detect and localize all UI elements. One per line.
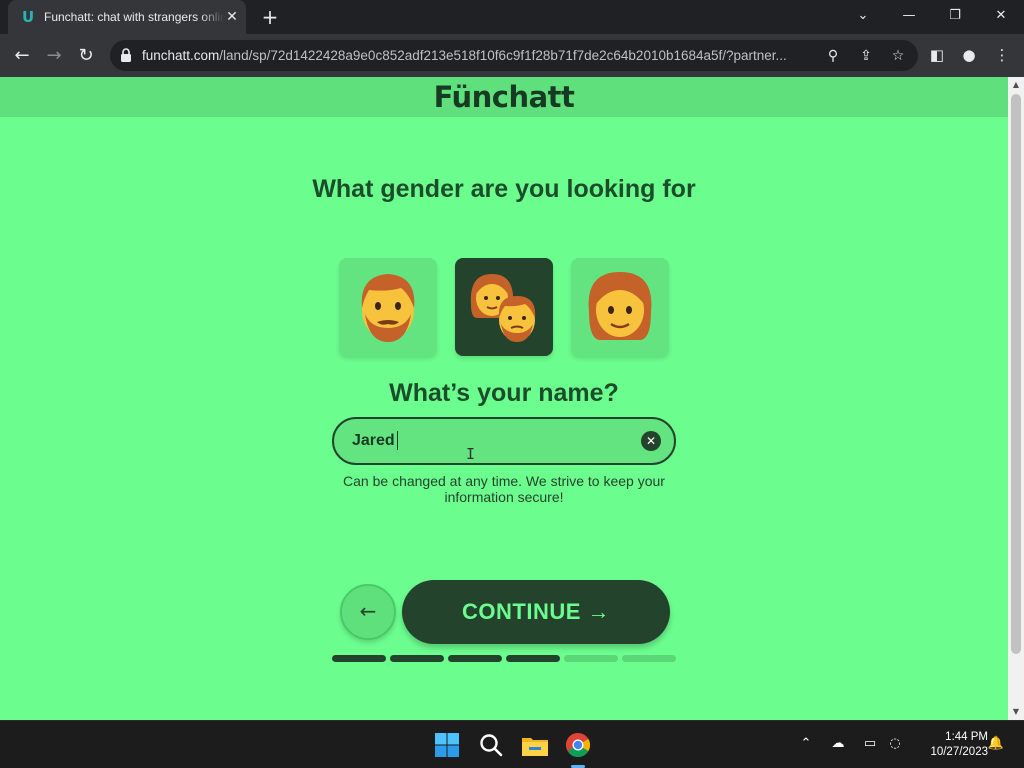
progress-segment (448, 655, 502, 662)
forward-arrow-icon[interactable]: → (41, 43, 67, 69)
menu-icon[interactable]: ⋮ (992, 45, 1012, 65)
zoom-icon[interactable]: ⚲ (823, 46, 843, 66)
share-icon[interactable]: ⇪ (856, 46, 876, 66)
gender-option-female[interactable] (571, 258, 669, 356)
progress-segment (390, 655, 444, 662)
tab-title: Funchatt: chat with strangers online (44, 10, 224, 26)
clock-date: 10/27/2023 (930, 746, 988, 758)
chevron-down-icon[interactable]: ⌄ (848, 4, 878, 28)
restore-icon[interactable]: ❐ (940, 4, 970, 28)
windows-start-icon[interactable] (431, 729, 463, 761)
notification-bell-icon[interactable]: 🔔 (987, 735, 1005, 753)
progress-segment (506, 655, 560, 662)
scroll-down-icon[interactable]: ▼ (1008, 704, 1024, 720)
browser-tab[interactable]: U Funchatt: chat with strangers online ✕ (8, 0, 246, 34)
name-input[interactable] (352, 430, 632, 452)
progress-segment (564, 655, 618, 662)
search-icon[interactable] (475, 729, 507, 761)
address-bar[interactable]: funchatt.com/land/sp/72d1422428a9e0c852a… (110, 40, 918, 71)
reload-icon[interactable]: ↻ (73, 43, 99, 69)
chrome-icon[interactable] (562, 729, 594, 761)
name-field-wrapper: ✕ (332, 417, 676, 465)
system-clock[interactable]: 1:44 PM 10/27/2023 (912, 730, 988, 760)
display-icon[interactable]: ▭ (861, 735, 879, 753)
text-caret (397, 431, 398, 450)
clock-time: 1:44 PM (945, 731, 988, 743)
scroll-thumb[interactable] (1011, 94, 1021, 654)
gender-option-male[interactable] (339, 258, 437, 356)
window-close-icon[interactable]: ✕ (986, 4, 1016, 28)
name-question-heading: What’s your name? (389, 379, 619, 407)
progress-bar (332, 655, 676, 663)
network-volume-icon[interactable]: ◌ (886, 735, 904, 753)
couple-emoji-icon (470, 274, 536, 342)
progress-segment (622, 655, 676, 662)
woman-emoji-icon (588, 272, 652, 340)
plus-icon[interactable]: + (259, 6, 281, 28)
star-icon[interactable]: ☆ (888, 46, 908, 66)
side-panel-icon[interactable]: ◧ (927, 45, 947, 65)
mouse-ibeam-cursor-icon: I (466, 445, 476, 463)
continue-button[interactable]: CONTINUE → (402, 580, 670, 644)
site-header: Fünchatt (0, 77, 1008, 117)
onedrive-icon[interactable]: ☁ (829, 735, 847, 753)
favicon-icon: U (22, 8, 35, 26)
scroll-up-icon[interactable]: ▲ (1008, 77, 1024, 93)
site-logo[interactable]: Fünchatt (0, 80, 1008, 114)
close-icon[interactable]: ✕ (224, 9, 240, 25)
windows-taskbar: ⌃ ☁ ▭ ◌ 1:44 PM 10/27/2023 🔔 (0, 720, 1024, 768)
profile-icon[interactable]: ● (959, 45, 979, 65)
back-button[interactable]: ← (340, 584, 396, 640)
man-emoji-icon (361, 274, 415, 342)
gender-question-heading: What gender are you looking for (312, 175, 696, 203)
file-explorer-icon[interactable] (519, 729, 551, 761)
clear-icon[interactable]: ✕ (641, 431, 661, 451)
gender-option-both[interactable] (455, 258, 553, 356)
progress-segment (332, 655, 386, 662)
lock-icon (121, 48, 131, 62)
page-scrollbar[interactable]: ▲ ▼ (1008, 77, 1024, 720)
url-text[interactable]: funchatt.com/land/sp/72d1422428a9e0c852a… (142, 48, 822, 64)
page-viewport: Fünchatt What gender are you looking for (0, 77, 1008, 720)
chevron-up-icon[interactable]: ⌃ (797, 735, 815, 753)
name-helper-text: Can be changed at any time. We strive to… (343, 473, 665, 505)
browser-toolbar: ← → ↻ funchatt.com/land/sp/72d1422428a9e… (0, 34, 1024, 77)
minimize-icon[interactable]: — (894, 4, 924, 28)
browser-tab-strip: U Funchatt: chat with strangers online ✕… (0, 0, 1024, 34)
back-arrow-icon[interactable]: ← (9, 43, 35, 69)
